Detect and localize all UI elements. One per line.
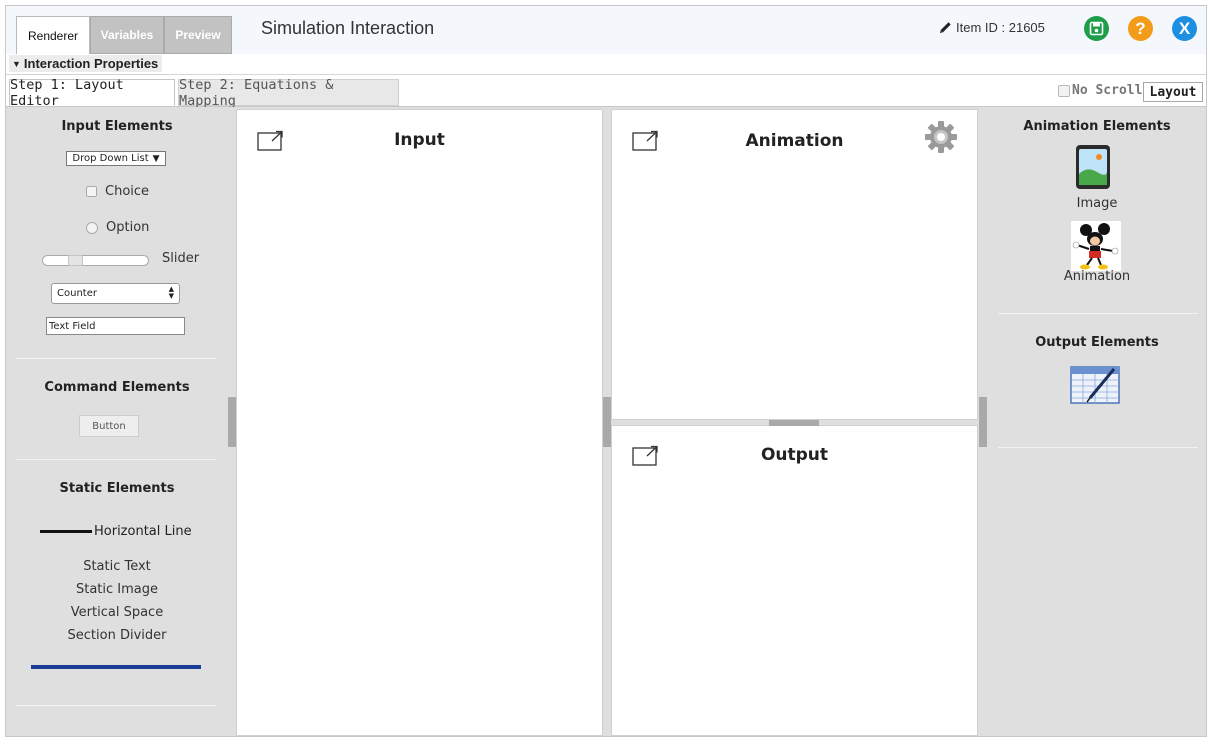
input-elements-heading: Input Elements [61, 119, 173, 134]
slider-element[interactable] [42, 255, 149, 266]
vertical-space-element[interactable]: Vertical Space [6, 605, 228, 620]
command-elements-heading: Command Elements [44, 380, 190, 395]
static-text-element[interactable]: Static Text [6, 559, 228, 574]
choice-element[interactable]: Choice [86, 184, 149, 199]
horizontal-line-element[interactable]: Horizontal Line [40, 524, 192, 539]
dropdown-list-label: Drop Down List [72, 153, 149, 164]
save-button[interactable] [1084, 16, 1109, 41]
horizontal-splitter[interactable] [769, 420, 819, 426]
animation-pane-title: Animation [745, 131, 844, 151]
interaction-properties-label: Interaction Properties [23, 56, 159, 71]
output-pane[interactable]: Output [611, 420, 978, 736]
center-splitter[interactable] [603, 397, 611, 447]
input-pane[interactable]: Input [236, 109, 603, 736]
help-button[interactable]: ? [1128, 16, 1153, 41]
animation-element-label: Animation [1063, 269, 1131, 284]
divider [998, 313, 1198, 314]
text-field-label: Text Field [49, 320, 96, 332]
caret-down-icon: ▼ [12, 58, 21, 69]
counter-label: Counter [57, 288, 97, 299]
left-splitter[interactable] [228, 397, 236, 447]
header-bar: Renderer Variables Preview Simulation In… [6, 6, 1206, 55]
image-element-label: Image [1076, 196, 1118, 211]
pencil-icon [940, 22, 951, 33]
choice-label: Choice [105, 184, 150, 199]
button-element[interactable]: Button [79, 415, 139, 437]
no-scroll-checkbox[interactable] [1058, 84, 1070, 97]
section-divider-line [31, 665, 201, 669]
output-elements-heading: Output Elements [1035, 335, 1159, 350]
spinner-arrows-icon: ▲ ▼ [168, 285, 174, 300]
tab-step-1[interactable]: Step 1: Layout Editor [9, 77, 175, 109]
layout-button[interactable]: Layout [1143, 82, 1203, 102]
item-id-text: Item ID : 21605 [956, 20, 1045, 35]
image-icon[interactable] [1075, 144, 1111, 190]
tab-variables[interactable]: Variables [90, 16, 164, 54]
divider [16, 358, 216, 359]
input-pane-title: Input [394, 130, 445, 150]
item-id: Item ID : 21605 [939, 20, 1045, 35]
interaction-properties-toggle[interactable]: ▼ Interaction Properties [9, 55, 163, 72]
animation-elements-heading: Animation Elements [1023, 119, 1171, 134]
slider-thumb[interactable] [68, 255, 83, 266]
right-palette: Animation Elements Image Animation Outpu… [988, 107, 1206, 736]
divider [16, 705, 216, 706]
output-pane-title: Output [760, 445, 829, 465]
page-title: Simulation Interaction [261, 18, 435, 38]
close-button[interactable]: X [1172, 16, 1197, 41]
right-splitter[interactable] [979, 397, 987, 447]
radio-icon [86, 221, 98, 234]
horizontal-line-icon [40, 530, 92, 533]
no-scroll-option[interactable]: No Scroll [1058, 83, 1142, 98]
gear-icon[interactable] [924, 120, 958, 154]
tab-step-2[interactable]: Step 2: Equations & Mapping [178, 77, 399, 109]
work-area: Input Elements Drop Down List ▼ Choice O… [6, 107, 1206, 736]
animation-pane[interactable]: Animation [611, 109, 978, 420]
dropdown-arrow-icon: ▼ [152, 153, 160, 164]
static-image-element[interactable]: Static Image [6, 582, 228, 597]
no-scroll-label: No Scroll [1072, 83, 1143, 98]
divider [998, 447, 1198, 448]
counter-element[interactable]: Counter ▲ ▼ [51, 283, 180, 304]
divider [16, 459, 216, 460]
text-field-element[interactable]: Text Field [46, 317, 185, 335]
tab-renderer[interactable]: Renderer [16, 16, 90, 54]
table-output-icon[interactable] [1070, 364, 1120, 405]
option-label: Option [106, 220, 150, 235]
slider-label: Slider [162, 251, 200, 266]
app-frame: Renderer Variables Preview Simulation In… [5, 5, 1207, 737]
option-element[interactable]: Option [86, 220, 149, 235]
static-elements-heading: Static Elements [59, 481, 175, 496]
dropdown-list-element[interactable]: Drop Down List ▼ [66, 151, 166, 166]
mickey-mouse-icon[interactable] [1071, 221, 1121, 271]
step-bar: Step 1: Layout Editor Step 2: Equations … [6, 75, 1206, 109]
save-icon [1089, 21, 1104, 36]
tab-preview[interactable]: Preview [164, 16, 232, 54]
checkbox-icon [86, 186, 97, 197]
section-divider-element[interactable]: Section Divider [6, 628, 228, 643]
left-palette: Input Elements Drop Down List ▼ Choice O… [6, 107, 228, 736]
properties-bar: ▼ Interaction Properties [6, 54, 1206, 75]
horizontal-line-label: Horizontal Line [94, 524, 192, 539]
